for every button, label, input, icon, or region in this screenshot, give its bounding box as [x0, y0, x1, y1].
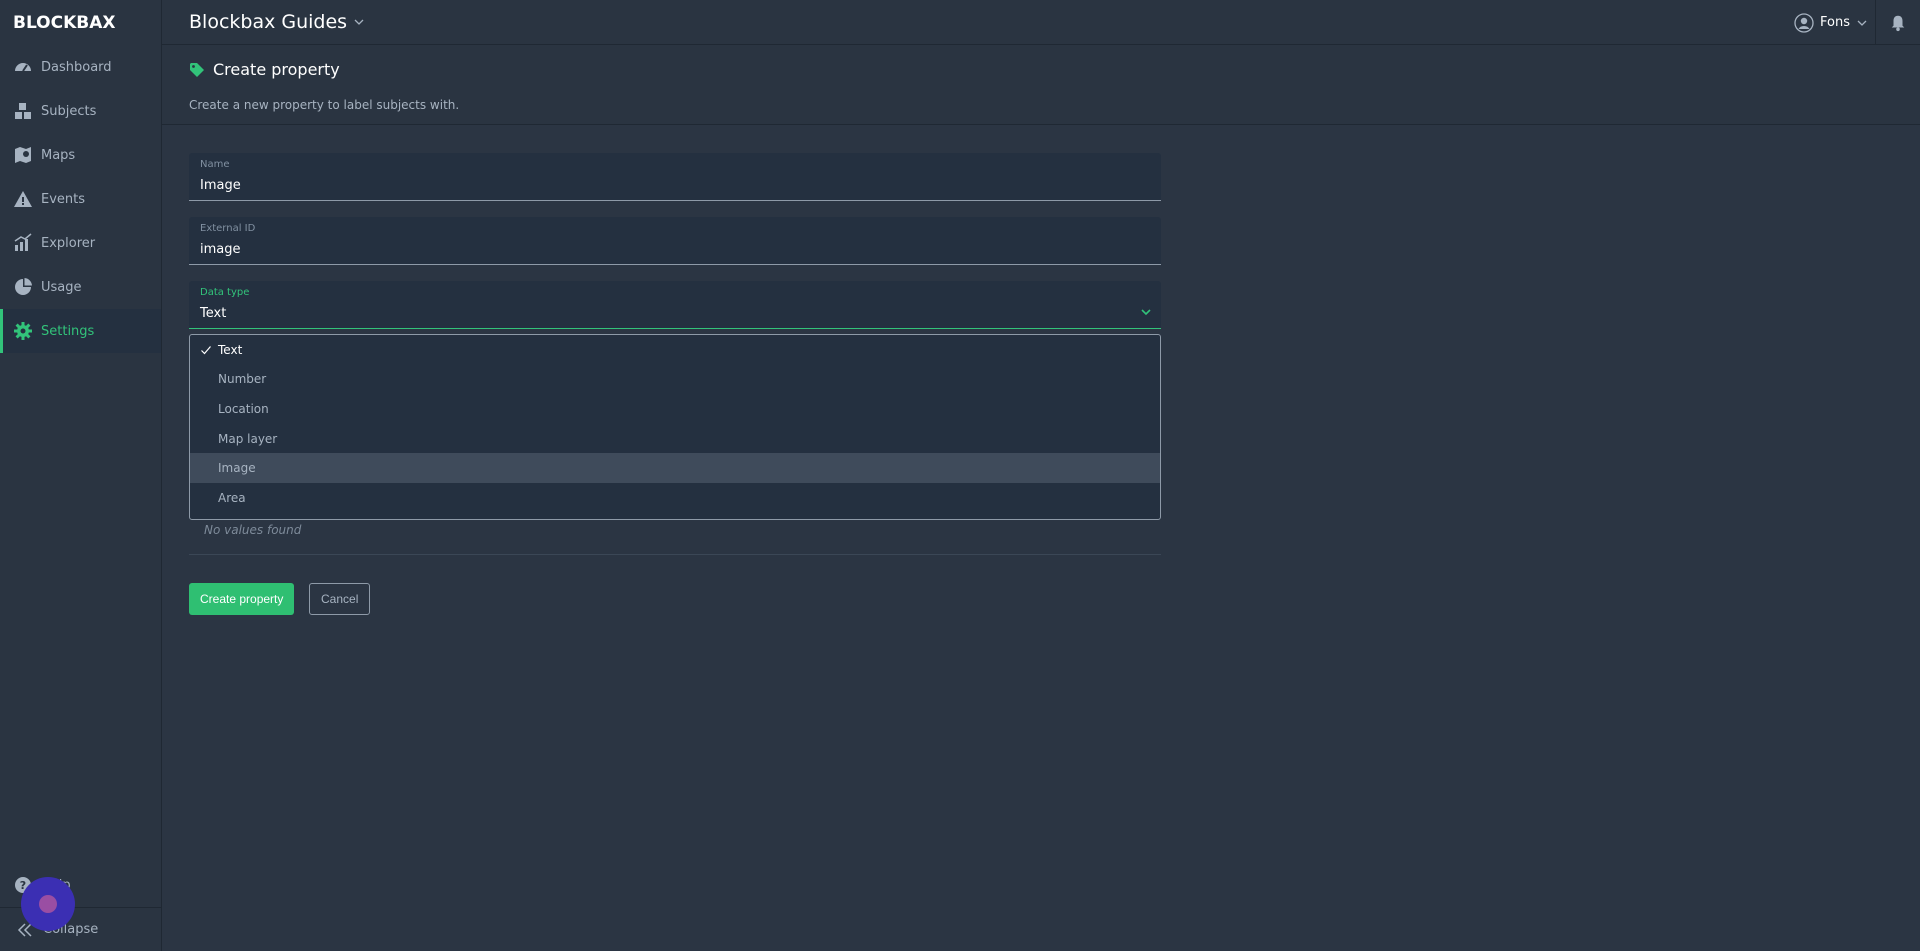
- sidebar-item-events[interactable]: Events: [0, 177, 161, 221]
- sidebar-nav: Dashboard Subjects Maps Events Explorer: [0, 45, 161, 353]
- external-id-label: External ID: [200, 223, 256, 234]
- sidebar-item-label: Settings: [41, 323, 95, 339]
- external-id-value: image: [200, 242, 241, 257]
- warning-icon: [12, 189, 34, 209]
- dashboard-icon: [12, 57, 34, 77]
- data-type-select[interactable]: Data type Text: [189, 281, 1161, 329]
- notifications-button[interactable]: [1875, 0, 1920, 45]
- data-type-dropdown: Text Number Location Map layer Image Are…: [189, 334, 1161, 520]
- chart-icon: [12, 233, 34, 253]
- sidebar-item-explorer[interactable]: Explorer: [0, 221, 161, 265]
- user-avatar-icon: [1794, 12, 1814, 33]
- option-location[interactable]: Location: [190, 394, 1160, 424]
- sidebar-item-label: Dashboard: [41, 59, 112, 75]
- pie-chart-icon: [12, 277, 34, 297]
- chevron-down-icon: [1857, 20, 1867, 26]
- create-property-form: Name Image External ID image Data type T…: [189, 153, 1161, 345]
- external-id-field[interactable]: External ID image: [189, 217, 1161, 265]
- map-icon: [12, 145, 34, 165]
- chat-launcher-button[interactable]: [21, 877, 75, 931]
- sidebar-item-maps[interactable]: Maps: [0, 133, 161, 177]
- tag-icon: [190, 62, 204, 77]
- chat-icon: [39, 895, 57, 913]
- chevron-down-icon: [354, 19, 364, 25]
- option-number[interactable]: Number: [190, 365, 1160, 395]
- user-menu[interactable]: Fons: [1794, 0, 1868, 45]
- sidebar-item-label: Maps: [41, 147, 76, 163]
- sidebar-item-settings[interactable]: Settings: [0, 309, 161, 353]
- sidebar-item-label: Explorer: [41, 235, 96, 251]
- project-title: Blockbax Guides: [189, 11, 348, 33]
- page-title-row: Create property: [189, 60, 340, 79]
- option-area[interactable]: Area: [190, 483, 1160, 513]
- user-name: Fons: [1820, 15, 1850, 30]
- sidebar-item-label: Subjects: [41, 103, 97, 119]
- no-values-text: No values found: [204, 523, 302, 537]
- page-title: Create property: [213, 60, 340, 79]
- subjects-icon: [12, 101, 34, 121]
- cancel-button[interactable]: Cancel: [309, 583, 371, 615]
- sidebar: BLOCKBAX Dashboard Subjects Maps Events: [0, 0, 162, 951]
- gear-icon: [12, 321, 34, 341]
- option-label: Number: [218, 372, 267, 387]
- divider: [189, 554, 1161, 555]
- name-field[interactable]: Name Image: [189, 153, 1161, 201]
- data-type-label: Data type: [200, 287, 250, 298]
- option-label: Location: [218, 401, 269, 416]
- topbar: Blockbax Guides Fons: [162, 0, 1920, 45]
- logo[interactable]: BLOCKBAX: [0, 0, 161, 45]
- chevron-down-icon: [1141, 309, 1151, 316]
- option-label: Map layer: [218, 431, 278, 446]
- sidebar-item-usage[interactable]: Usage: [0, 265, 161, 309]
- bell-icon: [1891, 15, 1905, 31]
- data-type-value: Text: [200, 306, 227, 321]
- check-icon: [201, 346, 211, 355]
- sidebar-item-subjects[interactable]: Subjects: [0, 89, 161, 133]
- option-label: Image: [218, 461, 256, 476]
- option-label: Area: [218, 490, 246, 505]
- sidebar-item-label: Events: [41, 191, 86, 207]
- project-switcher[interactable]: Blockbax Guides: [189, 11, 365, 33]
- page-header: Create property Create a new property to…: [162, 45, 1920, 125]
- option-text[interactable]: Text: [190, 335, 1160, 365]
- sidebar-item-dashboard[interactable]: Dashboard: [0, 45, 161, 89]
- create-property-button[interactable]: Create property: [189, 583, 295, 615]
- option-label: Text: [218, 342, 243, 357]
- name-label: Name: [200, 159, 230, 170]
- logo-text: BLOCKBAX: [13, 12, 116, 33]
- option-image[interactable]: Image: [190, 453, 1160, 483]
- name-value: Image: [200, 178, 241, 193]
- option-map-layer[interactable]: Map layer: [190, 424, 1160, 454]
- page-subtitle: Create a new property to label subjects …: [189, 98, 460, 112]
- sidebar-item-label: Usage: [41, 279, 82, 295]
